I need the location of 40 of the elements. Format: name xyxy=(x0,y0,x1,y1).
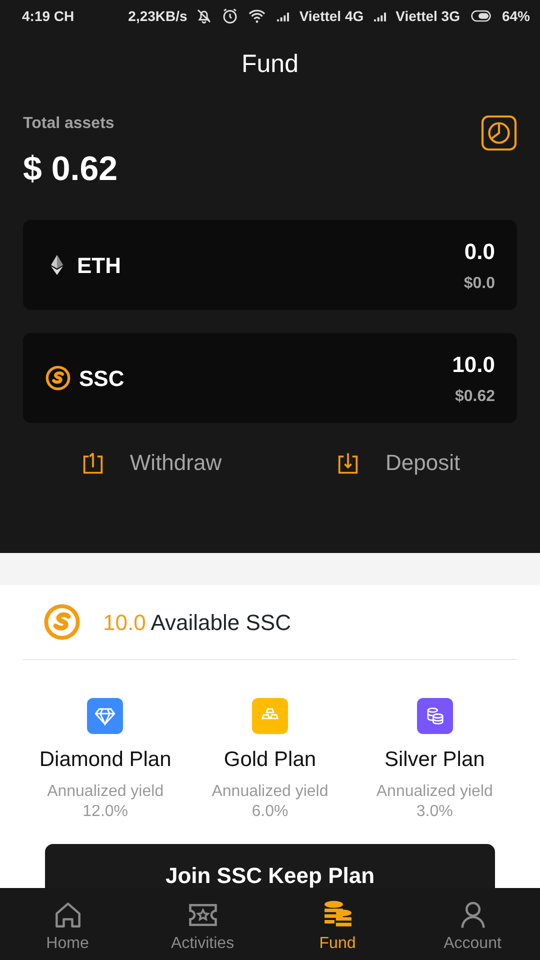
yield-label: Annualized yield xyxy=(47,782,164,802)
network-speed: 2,23KB/s xyxy=(128,6,188,26)
nav-tab[interactable]: Activities xyxy=(135,888,270,960)
coin-symbol: ETH xyxy=(77,252,121,280)
coin-amount: 0.0 xyxy=(464,238,495,266)
yield-value: 12.0% xyxy=(82,802,128,822)
coin-value: $0.0 xyxy=(464,274,495,294)
coin-symbol: SSC xyxy=(79,364,124,392)
page-title: Fund xyxy=(240,49,300,80)
yield-value: 3.0% xyxy=(416,802,453,822)
coin-icon xyxy=(43,603,81,641)
nav-tab[interactable]: Home xyxy=(0,888,135,960)
pie-chart-icon[interactable] xyxy=(481,115,517,151)
nav-tab[interactable]: Account xyxy=(405,888,540,960)
coin-card[interactable]: SSC 10.0 $0.62 xyxy=(23,333,517,423)
coin-card[interactable]: ETH 0.0 $0.0 xyxy=(23,220,517,310)
carrier-name: Viettel 3G xyxy=(396,6,460,26)
alarm-clock-icon xyxy=(221,7,240,25)
coin-amount: 10.0 xyxy=(452,350,495,378)
nav-tab[interactable]: Fund xyxy=(270,888,405,960)
coin-icon xyxy=(45,365,71,391)
yield-value: 6.0% xyxy=(252,802,288,822)
coin-value: $0.62 xyxy=(454,386,495,406)
yield-label: Annualized yield xyxy=(212,782,328,802)
total-assets-label: Total assets xyxy=(23,114,116,134)
muted-bell-icon xyxy=(195,7,214,25)
wifi-icon xyxy=(247,7,268,25)
coins-icon[interactable] xyxy=(416,698,453,734)
clock-time: 4:19 CH xyxy=(22,6,74,26)
deposit-button[interactable]: Deposit xyxy=(335,446,460,479)
join-plan-button[interactable]: Join SSC Keep Plan xyxy=(45,844,495,888)
battery-percent: 64% xyxy=(502,6,530,26)
yield-label: Annualized yield xyxy=(376,782,493,802)
total-assets-value: $ 0.62 xyxy=(23,149,118,190)
available-balance: 10.0 Available SSC xyxy=(103,608,291,636)
plan-name[interactable]: Silver Plan xyxy=(384,744,485,776)
carrier-name: Viettel 4G xyxy=(299,6,364,26)
withdraw-button[interactable]: Withdraw xyxy=(80,446,222,479)
plan-name[interactable]: Diamond Plan xyxy=(39,744,172,776)
plan-name[interactable]: Gold Plan xyxy=(224,744,316,776)
